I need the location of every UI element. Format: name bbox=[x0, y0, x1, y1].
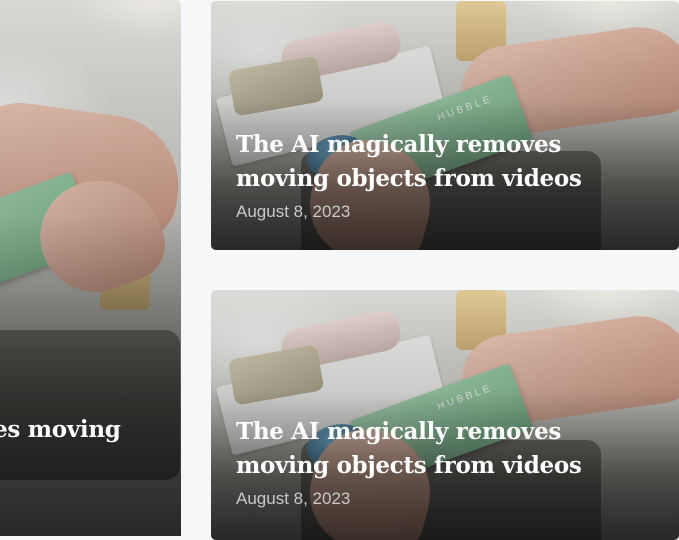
post-title[interactable]: The AI magically removes moving objects … bbox=[236, 415, 639, 483]
post-caption: The AI magically removes moving objects … bbox=[236, 128, 639, 224]
post-title[interactable]: The AI magically removes moving objects … bbox=[236, 128, 639, 196]
post-card-left[interactable]: ves moving bbox=[0, 0, 181, 536]
post-card[interactable]: HUBBLE The AI magically removes moving o… bbox=[211, 290, 679, 540]
image-overlay bbox=[0, 0, 181, 536]
post-date: August 8, 2023 bbox=[236, 202, 351, 221]
post-date: August 8, 2023 bbox=[236, 489, 351, 508]
post-title[interactable]: ves moving bbox=[0, 413, 181, 447]
post-caption: ves moving bbox=[0, 413, 181, 447]
post-caption: The AI magically removes moving objects … bbox=[236, 415, 639, 511]
post-card[interactable]: HUBBLE The AI magically removes moving o… bbox=[211, 1, 679, 250]
